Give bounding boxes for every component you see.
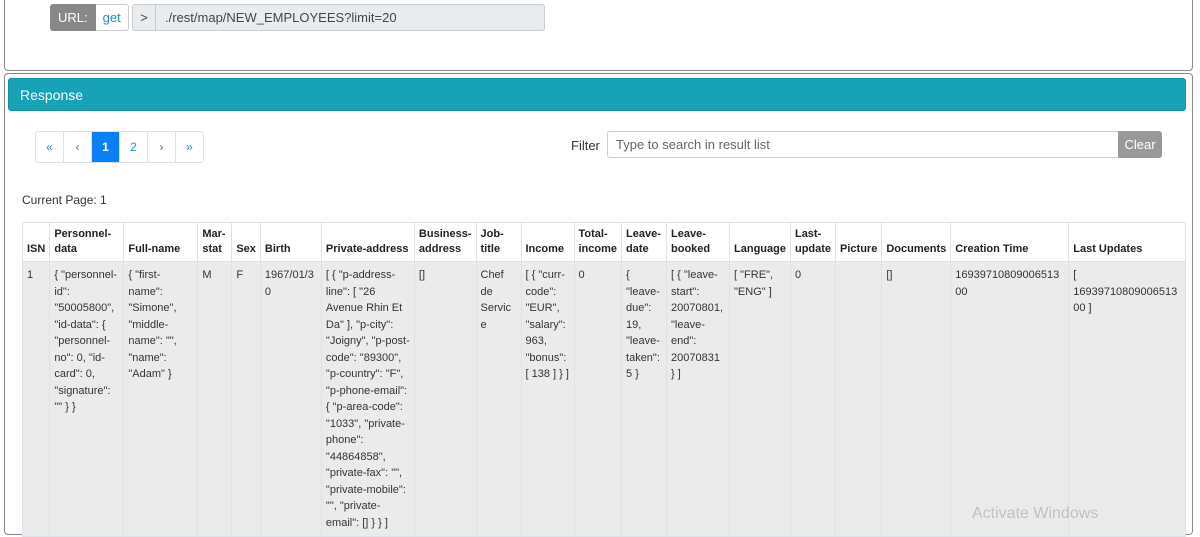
first-page-button[interactable]: «	[36, 132, 64, 162]
results-table: ISN Personnel-data Full-name Mar-stat Se…	[21, 222, 1187, 537]
table-cell: F	[231, 261, 261, 537]
pagination: « ‹ 1 2 › »	[35, 131, 204, 163]
table-cell: []	[413, 261, 477, 537]
column-header[interactable]: Last-update	[789, 222, 837, 262]
page-2-button[interactable]: 2	[120, 132, 148, 162]
url-caret-icon: >	[133, 5, 156, 30]
column-header[interactable]: Picture	[835, 222, 883, 262]
column-header[interactable]: Full-name	[123, 222, 199, 262]
current-page-text: Current Page: 1	[22, 193, 107, 207]
column-header[interactable]: Leave-booked	[666, 222, 731, 262]
column-header[interactable]: Personnel-data	[49, 222, 125, 262]
last-page-button[interactable]: »	[176, 132, 203, 162]
url-field[interactable]: > ./rest/map/NEW_EMPLOYEES?limit=20	[132, 4, 545, 31]
table-cell: M	[197, 261, 233, 537]
table-cell: 1967/01/30	[259, 261, 322, 537]
table-cell: { "personnel-id": "50005800", "id-data":…	[49, 261, 125, 537]
filter-input[interactable]	[607, 131, 1119, 158]
table-cell: { "first-name": "Simone", "middle-name":…	[123, 261, 199, 537]
table-cell: 1693971080900651300	[950, 261, 1070, 537]
column-header[interactable]: Birth	[259, 222, 322, 262]
activate-windows-watermark: Activate Windows	[972, 505, 1099, 522]
table-cell: Chef de Service	[475, 261, 522, 537]
column-header[interactable]: Private-address	[320, 222, 415, 262]
table-cell: 0	[573, 261, 623, 537]
column-header[interactable]: Language	[729, 222, 791, 262]
column-header[interactable]: Income	[520, 222, 575, 262]
table-cell: { "leave-due": 19, "leave-taken": 5 }	[621, 261, 668, 537]
next-page-button[interactable]: ›	[148, 132, 176, 162]
column-header[interactable]: Creation Time	[950, 222, 1070, 262]
table-cell: 1	[21, 261, 51, 537]
column-header[interactable]: ISN	[21, 222, 51, 262]
page-1-button[interactable]: 1	[92, 132, 120, 162]
request-panel: URL: get > ./rest/map/NEW_EMPLOYEES?limi…	[4, 0, 1193, 71]
table-cell: []	[881, 261, 952, 537]
column-header[interactable]: Documents	[881, 222, 952, 262]
response-header: Response	[8, 78, 1186, 111]
column-header[interactable]: Mar-stat	[197, 222, 233, 262]
column-header[interactable]: Last Updates	[1068, 222, 1187, 262]
url-label: URL:	[50, 4, 96, 31]
column-header[interactable]: Sex	[231, 222, 261, 262]
filter-label: Filter	[571, 138, 600, 153]
table-header-row: ISN Personnel-data Full-name Mar-stat Se…	[21, 222, 1187, 262]
table-cell: [ { "p-address-line": [ "26 Avenue Rhin …	[320, 261, 415, 537]
prev-page-button[interactable]: ‹	[64, 132, 92, 162]
table-row[interactable]: 1 { "personnel-id": "50005800", "id-data…	[21, 261, 1187, 537]
url-path: ./rest/map/NEW_EMPLOYEES?limit=20	[165, 10, 397, 25]
response-panel: Response « ‹ 1 2 › » Filter Clear Curren…	[4, 73, 1193, 537]
column-header[interactable]: Business-address	[413, 222, 477, 262]
column-header[interactable]: Leave-date	[621, 222, 668, 262]
url-method-group: URL: get	[50, 4, 129, 31]
table-cell: [ { "leave-start": 20070801, "leave-end"…	[666, 261, 731, 537]
table-cell: 0	[789, 261, 837, 537]
table-cell: [ { "curr-code": "EUR", "salary": 963, "…	[520, 261, 575, 537]
column-header[interactable]: Job-title	[475, 222, 522, 262]
table-cell	[835, 261, 883, 537]
method-button[interactable]: get	[95, 4, 129, 31]
clear-button[interactable]: Clear	[1118, 131, 1162, 158]
table-cell: [ 1693971080900651300 ]	[1068, 261, 1187, 537]
column-header[interactable]: Total-income	[573, 222, 623, 262]
table-cell: [ "FRE", "ENG" ]	[729, 261, 791, 537]
